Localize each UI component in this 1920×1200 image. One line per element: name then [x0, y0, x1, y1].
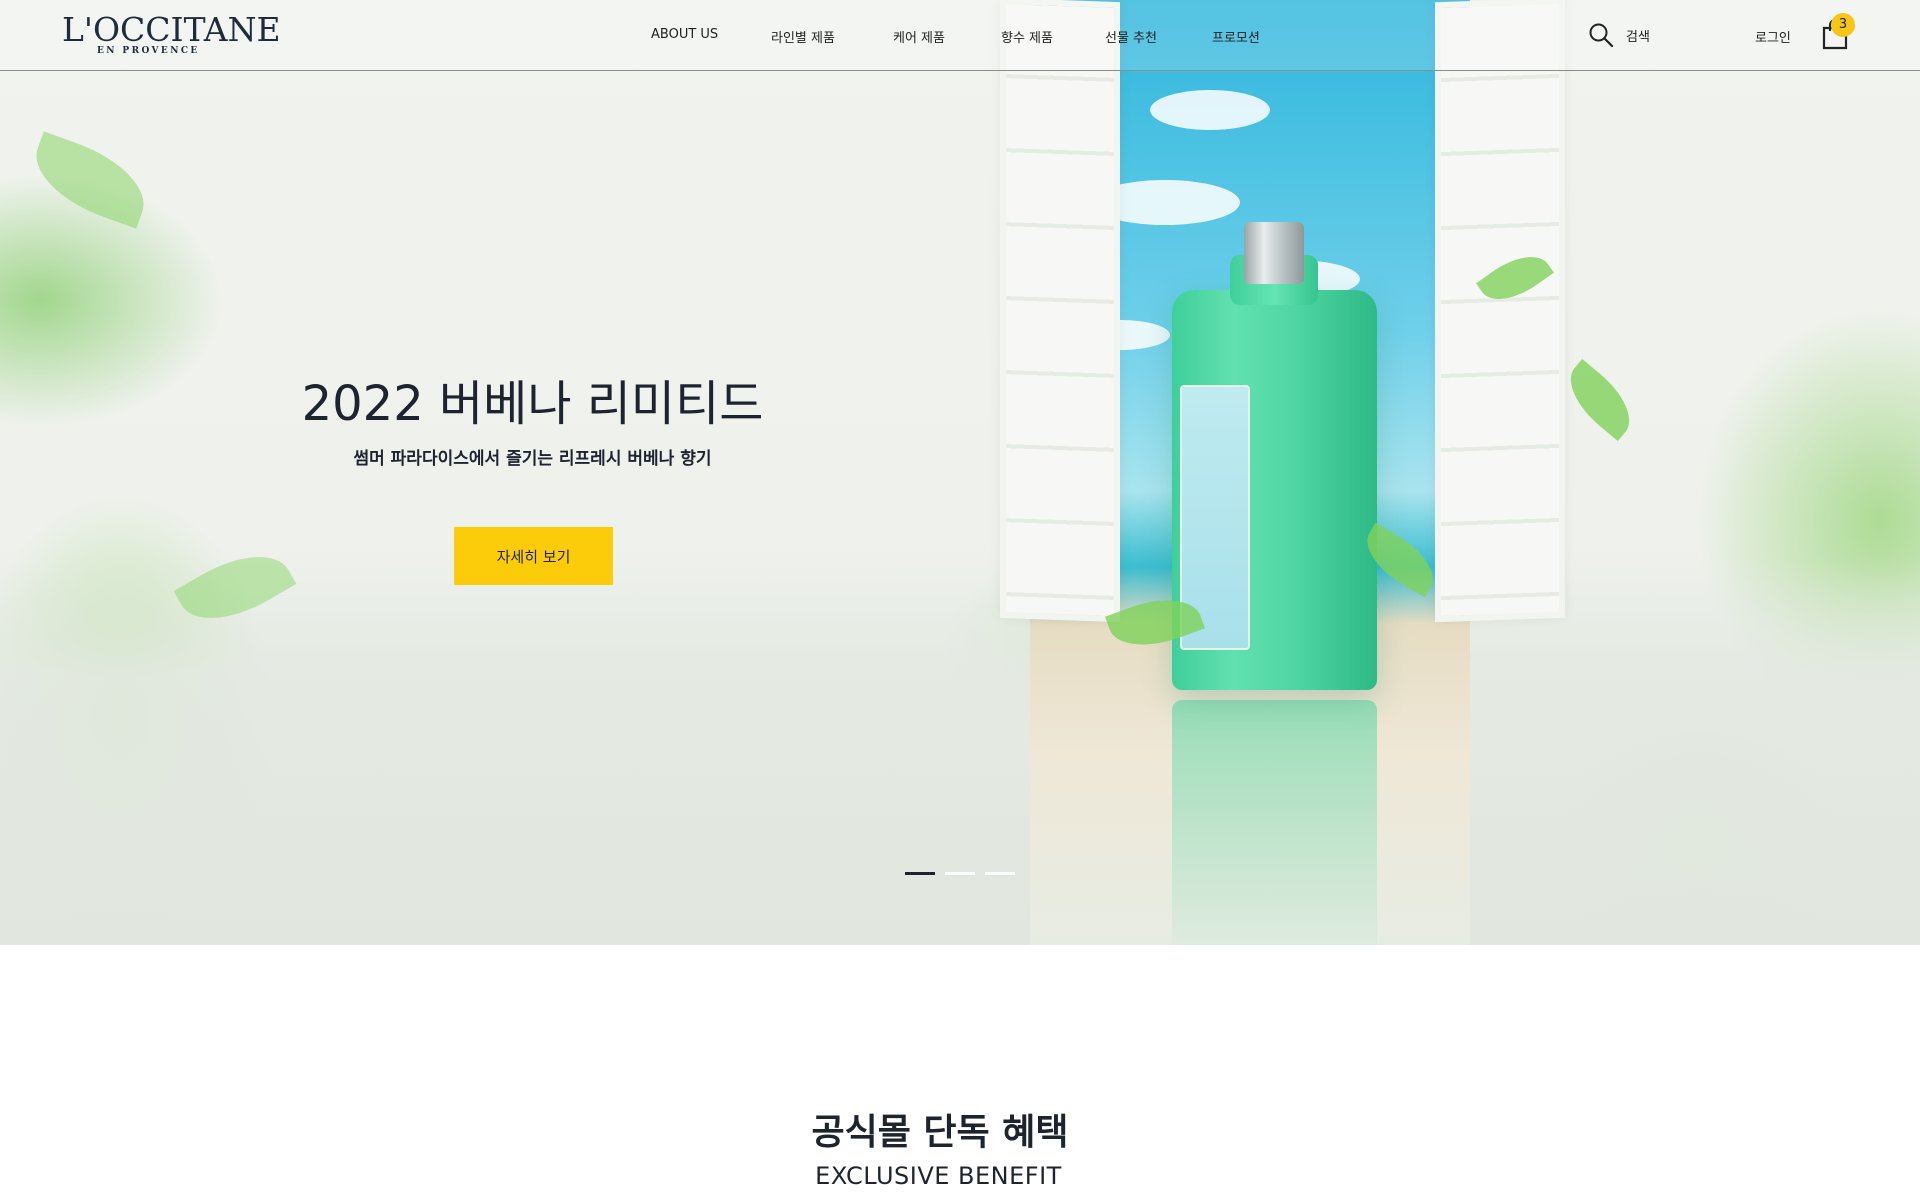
leaf-decoration: [23, 131, 157, 229]
hero-subtitle: 썸머 파라다이스에서 즐기는 리프레시 버베나 향기: [353, 449, 712, 469]
login-link[interactable]: 로그인: [1755, 27, 1791, 46]
hero-banner: [0, 0, 1920, 945]
benefit-section-title: 공식몰 단독 혜택: [811, 1112, 1069, 1153]
cart-count-badge: 3: [1831, 13, 1855, 37]
search-button[interactable]: 검색: [1588, 22, 1668, 48]
bottle-cap: [1244, 222, 1304, 284]
logo-wordmark: L'OCCITANE: [62, 10, 281, 49]
slide-indicator: [905, 872, 1015, 876]
slide-dot-1[interactable]: [905, 872, 935, 875]
left-shutter: [1000, 0, 1120, 623]
logo-tagline: EN PROVENCE: [97, 46, 200, 56]
hero-title: 2022 버베나 리미티드: [301, 376, 764, 432]
slide-dot-2[interactable]: [945, 872, 975, 875]
site-header: L'OCCITANE EN PROVENCE ABOUT US 라인별 제품 케…: [0, 0, 1920, 71]
nav-item-line-products[interactable]: 라인별 제품: [771, 27, 835, 46]
leaf-decoration: [1556, 358, 1644, 442]
search-label: 검색: [1626, 30, 1650, 45]
nav-item-promotion[interactable]: 프로모션: [1212, 27, 1260, 46]
bottle-reflection: [1172, 700, 1377, 945]
brand-logo[interactable]: L'OCCITANE EN PROVENCE: [62, 10, 281, 57]
nav-item-about-us[interactable]: ABOUT US: [651, 27, 718, 42]
nav-item-care-products[interactable]: 케어 제품: [893, 27, 945, 46]
nav-item-fragrance-products[interactable]: 향수 제품: [1001, 27, 1053, 46]
hero-floor: [0, 560, 1920, 945]
nav-item-gift-recommendation[interactable]: 선물 추천: [1105, 27, 1157, 46]
benefit-section-subtitle: EXCLUSIVE BENEFIT: [815, 1162, 1062, 1190]
search-icon: [1589, 23, 1614, 48]
view-details-button[interactable]: 자세히 보기: [454, 527, 613, 585]
right-shutter: [1435, 0, 1565, 623]
slide-dot-3[interactable]: [985, 872, 1015, 875]
